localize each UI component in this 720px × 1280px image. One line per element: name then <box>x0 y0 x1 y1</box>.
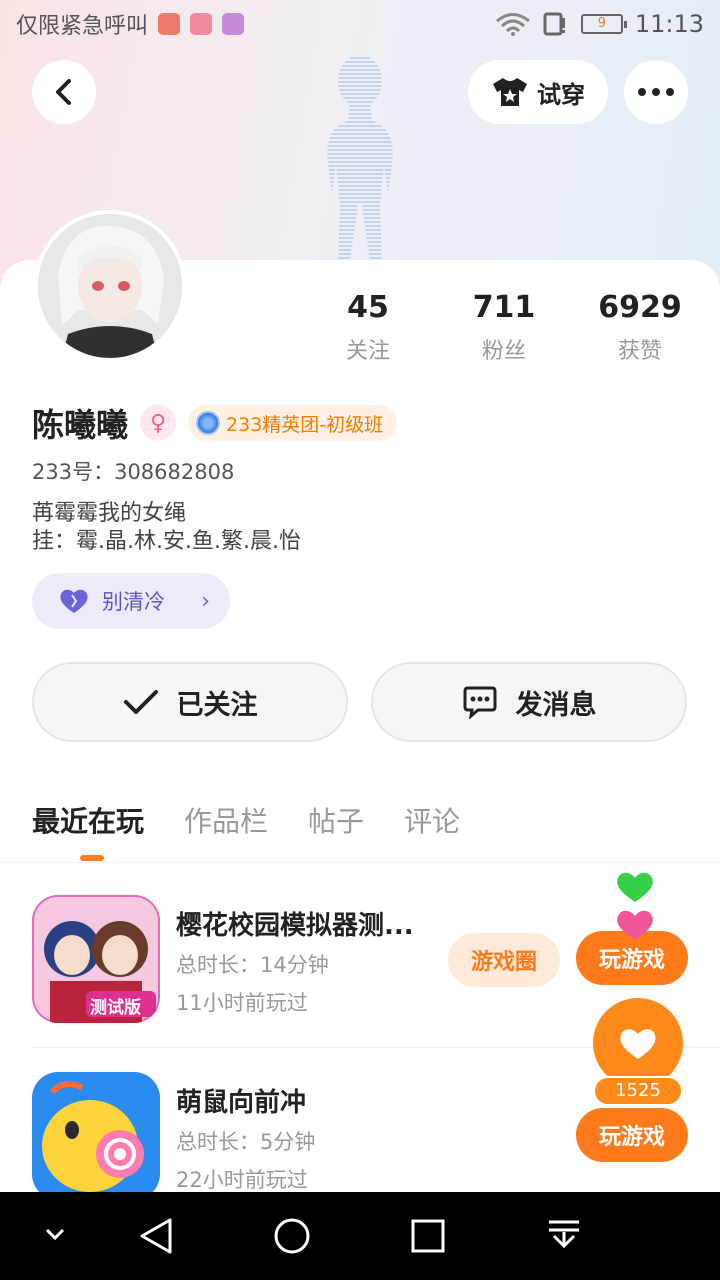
back-button[interactable] <box>32 60 96 124</box>
followed-label: 已关注 <box>176 689 258 721</box>
status-bar-left: 仅限紧急呼叫 <box>16 8 245 40</box>
tab-recently-played[interactable]: 最近在玩 <box>32 800 144 840</box>
game-playtime: 总时长：5分钟 <box>176 1130 316 1154</box>
stat-label: 关注 <box>345 339 390 364</box>
back-arrow-icon <box>56 79 71 105</box>
try-on-label: 试穿 <box>537 80 585 109</box>
stat-following[interactable]: 45 关注 <box>300 290 436 365</box>
profile-avatar[interactable] <box>34 210 186 362</box>
stat-value: 6929 <box>598 290 682 325</box>
sim-alert-icon <box>543 12 565 36</box>
clock: 11:13 <box>634 10 704 38</box>
checkmark-icon <box>123 690 158 714</box>
game-title: 樱花校园模拟器测... <box>176 911 414 941</box>
name-row: 陈曦曦 ♀ 233精英团-初级班 <box>32 400 398 446</box>
like-button[interactable] <box>593 998 683 1088</box>
profile-stats: 45 关注 711 粉丝 6929 获赞 <box>300 290 720 365</box>
tab-posts[interactable]: 帖子 <box>308 800 364 840</box>
status-bar: 仅限紧急呼叫 9 11:13 <box>0 0 720 48</box>
notification-app-icon <box>158 13 181 35</box>
game-playtime: 总时长：14分钟 <box>176 953 329 977</box>
more-dots-icon <box>638 88 674 96</box>
game-circle-button[interactable]: 游戏圈 <box>448 933 560 987</box>
level-badge[interactable]: 233精英团-初级班 <box>188 405 398 441</box>
try-on-button[interactable]: 试穿 <box>468 60 608 124</box>
back-triangle-icon[interactable] <box>136 1216 176 1256</box>
stat-value: 711 <box>472 290 536 325</box>
stat-value: 45 <box>347 290 389 325</box>
followed-button[interactable]: 已关注 <box>32 662 348 742</box>
relationship-tag-chip[interactable]: 别清冷 › <box>32 573 230 629</box>
message-bubble-icon <box>463 686 496 719</box>
bio-line: 苒霉霉我的女绳 <box>32 501 187 526</box>
avatar-image <box>38 214 182 358</box>
level-badge-label: 233精英团-初级班 <box>226 413 384 436</box>
profile-tabs: 最近在玩 作品栏 帖子 评论 <box>32 800 460 840</box>
avatar-figure-illustration <box>327 55 393 260</box>
tshirt-icon <box>493 78 527 106</box>
heart-icon <box>60 589 88 613</box>
play-game-button[interactable]: 玩游戏 <box>576 1108 688 1162</box>
status-bar-right: 9 11:13 <box>495 10 704 38</box>
floating-hearts-icon <box>617 872 653 940</box>
wifi-icon <box>495 13 530 36</box>
stat-followers[interactable]: 711 粉丝 <box>436 290 572 365</box>
notification-app-icon <box>190 13 213 35</box>
game-icon-image <box>32 1072 160 1200</box>
send-message-button[interactable]: 发消息 <box>371 662 687 742</box>
game-icon-sakura[interactable]: 测试版 <box>32 895 160 1023</box>
send-message-label: 发消息 <box>515 689 597 721</box>
username: 陈曦曦 <box>32 406 129 444</box>
carrier-text: 仅限紧急呼叫 <box>16 14 149 39</box>
active-tab-indicator <box>80 855 104 861</box>
battery-icon: 9 <box>580 14 627 34</box>
stat-label: 获赞 <box>617 339 662 364</box>
user-id: 233号：308682808 <box>32 460 235 484</box>
home-circle-icon[interactable] <box>272 1216 312 1256</box>
bio: 苒霉霉我的女绳 挂：霉.晶.林.安.鱼.繁.晨.怡 <box>32 500 301 556</box>
test-version-badge: 测试版 <box>90 998 141 1018</box>
heart-icon <box>620 1029 656 1059</box>
collapse-chevron-icon[interactable] <box>44 1226 66 1242</box>
chevron-right-icon: › <box>201 588 210 614</box>
tag-label: 别清冷 <box>102 590 165 614</box>
notification-pulldown-icon[interactable] <box>546 1218 582 1254</box>
system-navigation-bar <box>0 1192 720 1280</box>
tab-works[interactable]: 作品栏 <box>184 800 268 840</box>
notification-app-icon <box>222 13 245 35</box>
like-count: 1525 <box>593 1076 683 1106</box>
female-icon: ♀ <box>140 405 177 441</box>
game-title: 萌鼠向前冲 <box>176 1088 307 1118</box>
divider <box>0 862 720 863</box>
tab-comments[interactable]: 评论 <box>404 800 460 840</box>
recents-square-icon[interactable] <box>410 1218 446 1254</box>
stat-label: 粉丝 <box>481 339 526 364</box>
game-last-played: 11小时前玩过 <box>176 991 308 1015</box>
game-icon-mouse-run[interactable] <box>32 1072 160 1200</box>
more-options-button[interactable] <box>624 60 688 124</box>
stat-likes[interactable]: 6929 获赞 <box>572 290 708 365</box>
bio-line: 挂：霉.晶.林.安.鱼.繁.晨.怡 <box>32 529 301 554</box>
level-gem-icon <box>196 411 221 435</box>
game-last-played: 22小时前玩过 <box>176 1168 308 1192</box>
